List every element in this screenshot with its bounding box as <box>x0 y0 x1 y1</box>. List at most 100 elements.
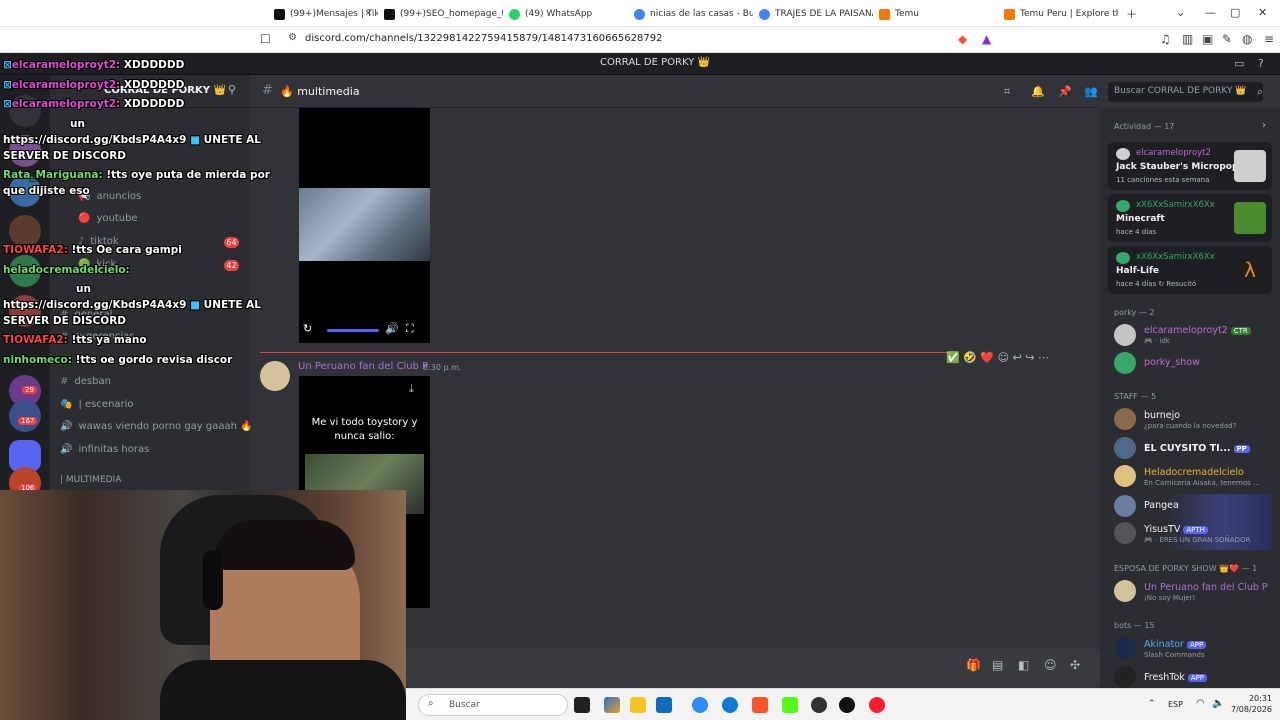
tab-whatsapp[interactable]: (49) WhatsApp <box>503 3 628 25</box>
tab-tiktok-messages[interactable]: (99+)Mensajes | TikTok✕ <box>268 3 378 25</box>
close-icon[interactable]: ✕ <box>364 9 372 19</box>
member-name[interactable]: Un Peruano fan del Club P <box>1144 582 1268 593</box>
zoom-icon[interactable] <box>692 697 708 713</box>
check-icon[interactable]: ✅ <box>946 351 960 364</box>
brave-shield-icon[interactable]: ◆ <box>958 32 967 46</box>
avatar[interactable] <box>1114 352 1136 374</box>
forward-icon[interactable]: ↪ <box>1025 351 1034 364</box>
avatar[interactable] <box>1114 495 1136 517</box>
member-name[interactable]: YisusTV APTH <box>1144 524 1208 535</box>
tab-google-trajes[interactable]: TRAJES DE LA PAISANA J <box>753 3 873 25</box>
chevron-up-icon[interactable]: ⌃ <box>1148 699 1156 709</box>
obs-icon[interactable] <box>811 697 827 713</box>
server-icon[interactable] <box>9 400 41 432</box>
fullscreen-icon[interactable]: ⛶ <box>406 322 414 336</box>
rewards-icon[interactable]: ▲ <box>982 32 991 46</box>
media-icon[interactable]: ♫ <box>1160 32 1171 46</box>
replay-icon[interactable]: ↻ <box>303 322 312 335</box>
language-indicator[interactable]: ESP <box>1168 700 1183 709</box>
member-name[interactable]: Heladocremadelcielo <box>1144 467 1244 478</box>
brave-icon[interactable] <box>752 697 768 713</box>
member-name[interactable]: elcarameloproyt2 CTR <box>1144 325 1251 336</box>
avatar[interactable] <box>1114 666 1136 688</box>
site-info-icon[interactable]: ⚙ <box>288 32 297 43</box>
avatar[interactable] <box>1114 522 1136 544</box>
reply-icon[interactable]: ↩ <box>1013 351 1022 364</box>
message-timestamp: 8:30 p.m. <box>423 363 462 372</box>
capcut-icon[interactable] <box>839 697 855 713</box>
extensions-icon[interactable]: ✎ <box>1222 32 1232 46</box>
members-icon[interactable]: 👥 <box>1084 85 1098 98</box>
emoji-icon[interactable]: 🤣 <box>963 351 977 364</box>
threads-icon[interactable]: ⌗ <box>1004 85 1010 99</box>
sidebar-icon[interactable]: ▥ <box>1182 32 1193 46</box>
member-name[interactable]: Pangea <box>1144 500 1179 511</box>
inbox-icon[interactable]: ▭ <box>1234 57 1244 70</box>
clock[interactable]: 20:31 7/08/2026 <box>1231 693 1272 715</box>
voice-channel-infinitas[interactable]: 🔊 infinitas horas <box>60 444 149 455</box>
avatar[interactable] <box>1114 408 1136 430</box>
video-attachment[interactable]: ↻ 🔊 ⛶ <box>299 108 430 343</box>
tab-seo[interactable]: (99+)SEO_homepage_title <box>378 3 503 25</box>
more-icon[interactable]: ⋯ <box>1038 351 1049 364</box>
member-name[interactable]: EL CUYSITO TI... PP <box>1144 443 1250 454</box>
copilot-icon[interactable] <box>604 697 620 713</box>
kick-icon[interactable] <box>782 697 798 713</box>
wifi-icon[interactable]: ◠ <box>1196 698 1205 709</box>
tab-google-search[interactable]: nicias de las casas - Busc <box>628 3 753 25</box>
tab-temu[interactable]: Temu <box>873 3 998 25</box>
activity-card[interactable]: xX6XxSamirxX6Xx Half-Life hace 4 días ↻ … <box>1108 246 1272 294</box>
taskbar-search[interactable]: Buscar <box>418 694 568 716</box>
sticker-icon[interactable]: ◧ <box>1018 658 1029 672</box>
url-field[interactable]: discord.com/channels/1322981422759415879… <box>305 33 662 44</box>
store-icon[interactable] <box>656 697 672 713</box>
activity-card[interactable]: elcarameloproyt2 Jack Stauber's Micropop… <box>1108 142 1272 190</box>
window-title: CORRAL DE PORKY 👑 <box>600 57 710 68</box>
edge-icon[interactable] <box>722 697 738 713</box>
member-name[interactable]: Akinator APP <box>1144 639 1207 650</box>
add-reaction-icon[interactable]: ☺ <box>998 351 1009 364</box>
heart-icon[interactable]: ❤️ <box>980 351 994 364</box>
search-input[interactable]: Buscar CORRAL DE PORKY 👑 <box>1108 82 1263 102</box>
task-view-icon[interactable] <box>574 697 590 713</box>
menu-icon[interactable]: ≡ <box>1264 32 1274 46</box>
avatar[interactable] <box>1114 465 1136 487</box>
help-icon[interactable]: ? <box>1258 57 1264 70</box>
message-composer[interactable]: 🎁 ▤ ◧ ☺ ✣ <box>406 648 1100 688</box>
member-name[interactable]: burnejo <box>1144 410 1180 421</box>
pin-icon[interactable]: 📌 <box>1058 85 1072 98</box>
wallet-icon[interactable]: ▣ <box>1202 32 1213 46</box>
gift-icon[interactable]: 🎁 <box>966 658 981 672</box>
message-author[interactable]: Un Peruano fan del Club P <box>298 361 428 372</box>
tab-temu-peru[interactable]: Temu Peru | Explore the L <box>998 3 1118 25</box>
maximize-icon[interactable]: ▢ <box>1230 6 1240 19</box>
volume-slider[interactable] <box>327 329 379 332</box>
emoji-icon[interactable]: ☺ <box>1044 658 1057 672</box>
chevron-down-icon[interactable]: ⌄ <box>1176 6 1185 19</box>
chevron-right-icon[interactable]: › <box>1262 120 1266 131</box>
bell-icon[interactable]: 🔔 <box>1031 85 1045 98</box>
volume-icon[interactable]: 🔊 <box>385 322 399 335</box>
channel-escenario[interactable]: 🎭 | escenario <box>60 399 134 410</box>
new-tab-icon[interactable]: ＋ <box>1126 6 1137 22</box>
streamer-shirt <box>160 660 406 720</box>
minimize-icon[interactable]: — <box>1205 6 1216 19</box>
vpn-icon[interactable]: ◍ <box>1242 32 1252 46</box>
avatar[interactable] <box>1114 637 1136 659</box>
member-name[interactable]: FreshTok APP <box>1144 672 1208 683</box>
avatar[interactable] <box>1114 437 1136 459</box>
download-icon[interactable]: ⤓ <box>409 382 414 396</box>
member-name[interactable]: porky_show <box>1144 357 1200 368</box>
activity-card[interactable]: xX6XxSamirxX6Xx Minecraft hace 4 días <box>1108 194 1272 242</box>
close-window-icon[interactable]: ✕ <box>1258 6 1267 19</box>
file-explorer-icon[interactable] <box>630 697 646 713</box>
volume-icon[interactable]: 🔈 <box>1212 698 1224 709</box>
avatar[interactable] <box>1114 324 1136 346</box>
channel-desban[interactable]: # desban <box>60 376 111 387</box>
category-multimedia[interactable]: | MULTIMEDIA <box>60 475 121 485</box>
opera-icon[interactable] <box>869 697 885 713</box>
voice-channel-wawas[interactable]: 🔊 wawas viendo porno gay gaaah 🔥 <box>60 421 253 432</box>
gif-icon[interactable]: ▤ <box>992 658 1003 672</box>
apps-icon[interactable]: ✣ <box>1070 658 1080 672</box>
avatar[interactable] <box>1114 580 1136 602</box>
